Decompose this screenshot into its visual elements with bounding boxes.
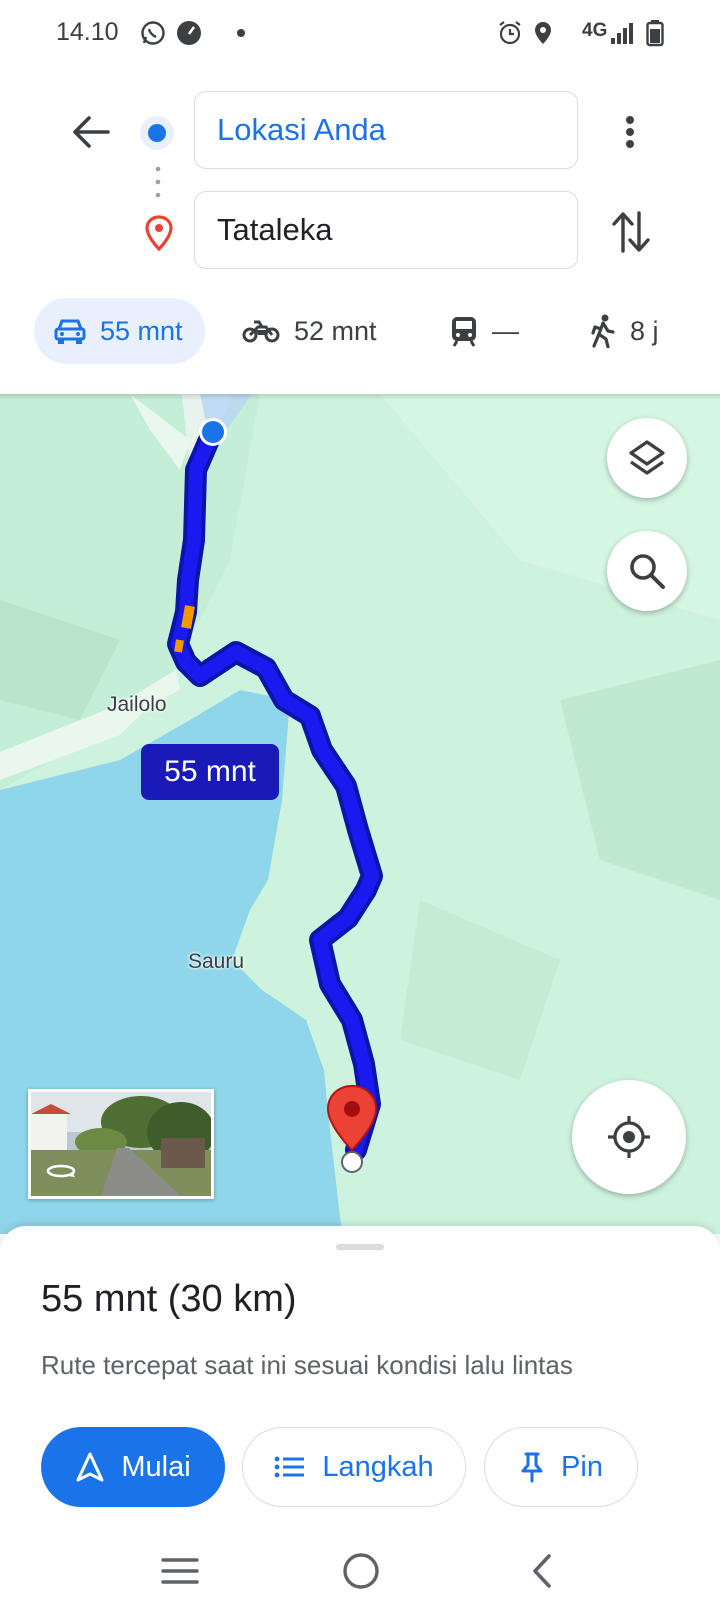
place-label-sauru: Sauru: [188, 950, 245, 973]
crosshair-icon: [608, 1116, 650, 1158]
search-map-button[interactable]: [607, 531, 687, 611]
mode-motorcycle[interactable]: 52 mnt: [242, 298, 377, 364]
more-options-button[interactable]: [608, 107, 652, 157]
pin-icon: [521, 1452, 543, 1483]
sheet-drag-handle[interactable]: [336, 1244, 384, 1250]
pin-button[interactable]: Pin: [484, 1427, 638, 1507]
network-type: 4G: [582, 20, 608, 41]
alarm-icon: [498, 18, 522, 48]
mode-walking[interactable]: 8 j: [590, 298, 659, 364]
my-location-button[interactable]: [572, 1080, 686, 1194]
street-view-image: [31, 1092, 211, 1196]
swap-button[interactable]: [608, 204, 654, 260]
destination-marker[interactable]: [324, 1082, 378, 1174]
travel-modes: 55 mnt 52 mnt — 8 j: [0, 298, 720, 364]
steps-button-label: Langkah: [322, 1450, 434, 1483]
system-back-button[interactable]: [522, 1546, 562, 1596]
back-button[interactable]: [66, 107, 116, 157]
chevron-left-icon: [533, 1554, 551, 1588]
walk-icon: [591, 314, 615, 348]
layers-button[interactable]: [607, 418, 687, 498]
route-eta-callout[interactable]: 55 mnt: [141, 744, 279, 800]
home-button[interactable]: [336, 1546, 386, 1596]
map-pin-icon: [326, 1084, 378, 1173]
start-button[interactable]: Mulai: [41, 1427, 225, 1507]
current-location-dot: [197, 416, 229, 448]
speed-icon: [176, 18, 202, 48]
mode-transit-label: —: [492, 315, 519, 346]
destination-field[interactable]: Tataleka: [194, 191, 578, 269]
mode-motorcycle-label: 52 mnt: [294, 315, 377, 346]
list-icon: [274, 1456, 305, 1478]
street-view-thumbnail[interactable]: [28, 1089, 214, 1199]
transit-icon: [452, 317, 476, 347]
place-label-jailolo: Jailolo: [107, 693, 167, 716]
system-nav-bar: [0, 1530, 720, 1612]
home-circle-icon: [343, 1553, 379, 1589]
mode-walking-label: 8 j: [630, 315, 659, 346]
location-icon: [534, 18, 552, 48]
battery-icon: [646, 18, 664, 48]
mode-driving-label: 55 mnt: [100, 315, 183, 346]
destination-text: Tataleka: [217, 212, 333, 247]
mode-driving[interactable]: 55 mnt: [34, 298, 205, 364]
mode-transit[interactable]: —: [450, 298, 519, 364]
pin-button-label: Pin: [561, 1450, 603, 1483]
status-bar: 14.10 4G: [0, 0, 720, 70]
origin-dot-icon: [138, 114, 176, 152]
recent-apps-button[interactable]: [156, 1548, 204, 1594]
menu-lines-icon: [161, 1558, 199, 1584]
route-connector: [155, 166, 161, 198]
search-icon: [630, 554, 665, 589]
arrow-back-icon: [73, 116, 110, 148]
steps-button[interactable]: Langkah: [242, 1427, 466, 1507]
car-icon: [54, 319, 86, 344]
notification-dot-icon: [236, 18, 246, 48]
layers-icon: [629, 440, 665, 475]
route-description: Rute tercepat saat ini sesuai kondisi la…: [41, 1350, 573, 1380]
map-top-shadow: [0, 394, 720, 400]
start-button-label: Mulai: [121, 1450, 191, 1483]
origin-field[interactable]: Lokasi Anda: [194, 91, 578, 169]
route-summary: 55 mnt (30 km): [41, 1278, 297, 1320]
origin-text: Lokasi Anda: [217, 112, 386, 147]
rotate-360-icon: [46, 1164, 76, 1178]
navigation-icon: [76, 1452, 104, 1482]
swap-vert-icon: [612, 211, 650, 253]
destination-pin-icon: [144, 215, 174, 252]
more-vert-icon: [626, 116, 634, 148]
motorcycle-icon: [242, 320, 280, 343]
signal-icon: [610, 18, 634, 48]
status-time: 14.10: [56, 18, 119, 46]
whatsapp-icon: [140, 18, 166, 48]
